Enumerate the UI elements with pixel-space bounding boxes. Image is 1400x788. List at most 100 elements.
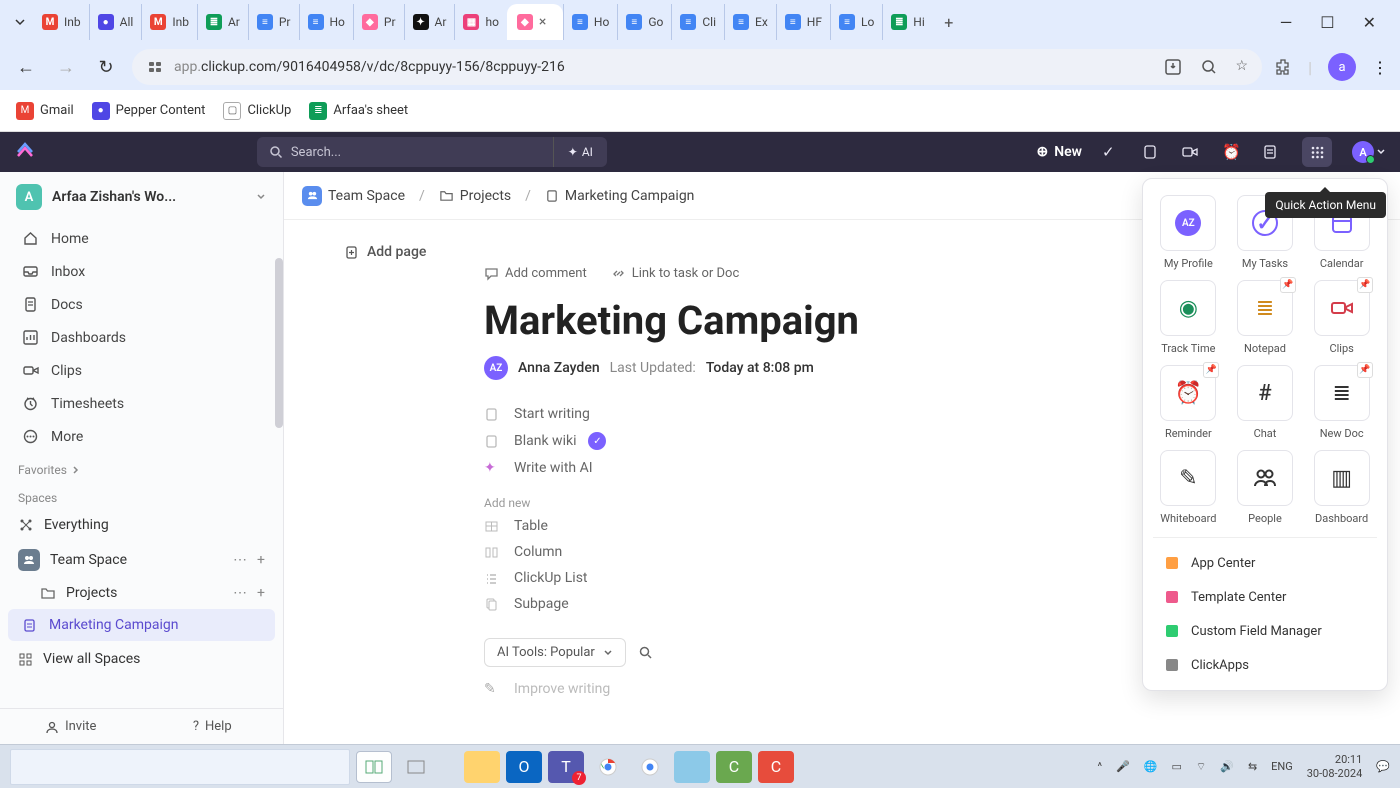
- qa-clips[interactable]: 📌Clips: [1306, 280, 1377, 355]
- bookmark-star-icon[interactable]: ☆: [1236, 58, 1249, 76]
- more-icon[interactable]: ⋯: [233, 585, 247, 601]
- sidebar-item-view-all-spaces[interactable]: View all Spaces: [0, 643, 283, 675]
- clickup-logo-icon[interactable]: [14, 141, 36, 163]
- qa-track-time[interactable]: ◉Track Time: [1153, 280, 1224, 355]
- sidebar-item-docs[interactable]: Docs: [0, 288, 283, 321]
- taskview-icon[interactable]: [356, 751, 392, 783]
- pin-icon[interactable]: 📌: [1357, 277, 1373, 293]
- pin-icon[interactable]: 📌: [1280, 277, 1296, 293]
- tab-close-icon[interactable]: ×: [539, 14, 553, 30]
- clock[interactable]: 20:11 30-08-2024: [1307, 753, 1363, 779]
- sidebar-item-more[interactable]: More: [0, 420, 283, 453]
- sidebar-item-projects[interactable]: Projects ⋯+: [0, 579, 283, 607]
- ai-tools-dropdown[interactable]: AI Tools: Popular: [484, 638, 626, 667]
- teams-icon[interactable]: T7: [548, 751, 584, 783]
- sidebar-item-inbox[interactable]: Inbox: [0, 255, 283, 288]
- extensions-icon[interactable]: [1274, 58, 1292, 76]
- crumb-projects[interactable]: Projects: [460, 188, 511, 204]
- mic-icon[interactable]: 🎤: [1116, 760, 1130, 773]
- tray-chevron-icon[interactable]: ^: [1097, 760, 1102, 773]
- notepad-icon[interactable]: [674, 751, 710, 783]
- browser-tab[interactable]: ≡Pr: [248, 4, 299, 40]
- invite-button[interactable]: Invite: [0, 709, 142, 744]
- search-icon[interactable]: [638, 645, 653, 660]
- outlook-icon[interactable]: O: [506, 751, 542, 783]
- spaces-section-header[interactable]: Spaces: [0, 481, 283, 509]
- new-tab-button[interactable]: +: [935, 13, 963, 32]
- lang-indicator[interactable]: ENG: [1271, 760, 1293, 773]
- browser-menu-icon[interactable]: ⋮: [1372, 58, 1388, 77]
- install-app-icon[interactable]: [1164, 58, 1182, 76]
- add-icon[interactable]: +: [257, 585, 265, 601]
- new-button[interactable]: ⊕ New: [1036, 144, 1082, 160]
- taskview2-icon[interactable]: [398, 751, 434, 783]
- check-icon[interactable]: ✓: [1102, 143, 1122, 161]
- qa-list-app-center[interactable]: App Center: [1153, 546, 1377, 580]
- browser-tab[interactable]: ●All: [89, 4, 142, 40]
- browser-tab[interactable]: ▦ho: [454, 4, 506, 40]
- qa-my-profile[interactable]: AZMy Profile: [1153, 195, 1224, 270]
- browser-tab[interactable]: ≡HF: [776, 4, 830, 40]
- qa-whiteboard[interactable]: ✎Whiteboard: [1153, 450, 1224, 525]
- workspace-switcher[interactable]: A Arfaa Zishan's Wo...: [0, 172, 283, 222]
- sidebar-item-dashboards[interactable]: Dashboards: [0, 321, 283, 354]
- add-icon[interactable]: +: [257, 552, 265, 568]
- qa-list-custom-field-manager[interactable]: Custom Field Manager: [1153, 614, 1377, 648]
- bookmark-item[interactable]: ≣Arfaa's sheet: [309, 102, 408, 120]
- notifications-icon[interactable]: 💬: [1376, 760, 1390, 773]
- window-minimize[interactable]: —: [1280, 13, 1293, 32]
- chrome2-icon[interactable]: [632, 751, 668, 783]
- sidebar-scrollbar[interactable]: [275, 258, 283, 428]
- crumb-doc[interactable]: Marketing Campaign: [565, 188, 695, 204]
- chrome-icon[interactable]: [590, 751, 626, 783]
- browser-tab[interactable]: ◆Pr: [353, 4, 404, 40]
- qa-list-clickapps[interactable]: ClickApps: [1153, 648, 1377, 682]
- qa-list-template-center[interactable]: Template Center: [1153, 580, 1377, 614]
- browser-tab[interactable]: ≡Go: [617, 4, 671, 40]
- qa-reminder[interactable]: ⏰📌Reminder: [1153, 365, 1224, 440]
- wifi-icon[interactable]: ⌔: [1196, 760, 1206, 774]
- browser-tab[interactable]: ◆×: [507, 4, 563, 40]
- qa-notepad[interactable]: ≣📌Notepad: [1230, 280, 1301, 355]
- browser-tab[interactable]: MInb: [34, 4, 89, 40]
- browser-tab[interactable]: ≣Hi: [882, 4, 932, 40]
- add-comment-button[interactable]: Add comment: [484, 266, 587, 281]
- address-bar[interactable]: app.clickup.com/9016404958/v/dc/8cppuyy-…: [132, 49, 1262, 85]
- zoom-icon[interactable]: [1200, 58, 1218, 76]
- browser-tab[interactable]: ≡Lo: [830, 4, 882, 40]
- pin-icon[interactable]: 📌: [1203, 362, 1219, 378]
- link-task-button[interactable]: Link to task or Doc: [611, 266, 740, 281]
- favorites-section-header[interactable]: Favorites: [0, 453, 283, 481]
- browser-tab[interactable]: ≡Cli: [671, 4, 724, 40]
- cam1-icon[interactable]: C: [716, 751, 752, 783]
- ai-button[interactable]: ✦ AI: [553, 137, 607, 167]
- browser-tab[interactable]: ≡Ho: [563, 4, 617, 40]
- nav-reload-button[interactable]: ↻: [92, 53, 120, 81]
- volume-icon[interactable]: 🔊: [1220, 760, 1234, 773]
- browser-tab[interactable]: MInb: [141, 4, 197, 40]
- sidebar-item-marketing-campaign[interactable]: Marketing Campaign: [8, 609, 275, 641]
- sync-icon[interactable]: ⇆: [1248, 760, 1257, 773]
- more-icon[interactable]: ⋯: [233, 552, 247, 568]
- browser-tab[interactable]: ≣Ar: [197, 4, 248, 40]
- sidebar-item-clips[interactable]: Clips: [0, 354, 283, 387]
- sidebar-item-everything[interactable]: Everything: [0, 509, 283, 541]
- crumb-team-space[interactable]: Team Space: [328, 188, 405, 204]
- taskbar-search[interactable]: [10, 749, 350, 785]
- help-button[interactable]: ?Help: [142, 709, 284, 744]
- cam2-icon[interactable]: C: [758, 751, 794, 783]
- video-icon[interactable]: [1182, 144, 1202, 160]
- explorer-icon[interactable]: [464, 751, 500, 783]
- pin-icon[interactable]: 📌: [1357, 362, 1373, 378]
- qa-chat[interactable]: #Chat: [1230, 365, 1301, 440]
- profile-avatar[interactable]: a: [1328, 53, 1356, 81]
- bookmark-item[interactable]: MGmail: [16, 102, 74, 120]
- doc-icon[interactable]: [1262, 144, 1282, 160]
- qa-new-doc[interactable]: ≣📌New Doc: [1306, 365, 1377, 440]
- browser-tab[interactable]: ≡Ex: [724, 4, 776, 40]
- alarm-icon[interactable]: ⏰: [1222, 143, 1242, 161]
- browser-tab[interactable]: ✦Ar: [404, 4, 455, 40]
- apps-grid-button[interactable]: [1302, 137, 1332, 167]
- window-close[interactable]: ✕: [1363, 13, 1376, 32]
- site-settings-icon[interactable]: [146, 58, 164, 76]
